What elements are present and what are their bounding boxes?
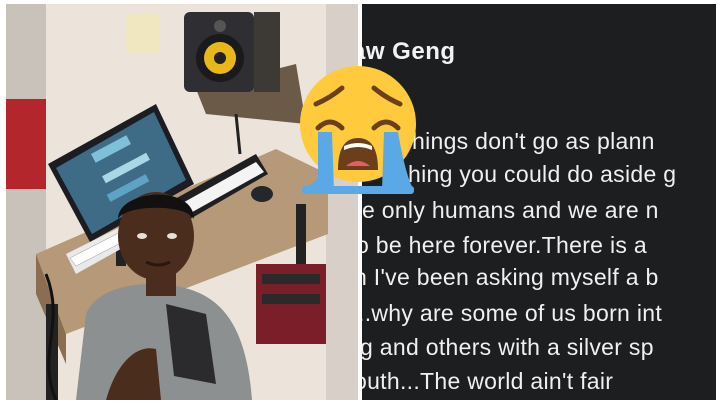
post-text-line: ..why are some of us born int — [362, 300, 663, 326]
post-text-line: outh...The world ain't fair — [362, 368, 614, 394]
post-text-line: re only humans and we are n — [362, 197, 659, 223]
post-text-line: o be here forever.There is a — [362, 232, 647, 258]
post-text-line: hings don't go as plann — [412, 128, 655, 154]
post-text-line: g and others with a silver sp — [362, 334, 654, 360]
wall-sticker — [126, 14, 160, 54]
post-text-line: n I've been asking myself a b — [362, 264, 659, 290]
loudly-crying-face-icon — [288, 58, 428, 198]
computer-mouse — [251, 186, 273, 202]
post-text-line: hing you could do aside g — [408, 161, 677, 187]
